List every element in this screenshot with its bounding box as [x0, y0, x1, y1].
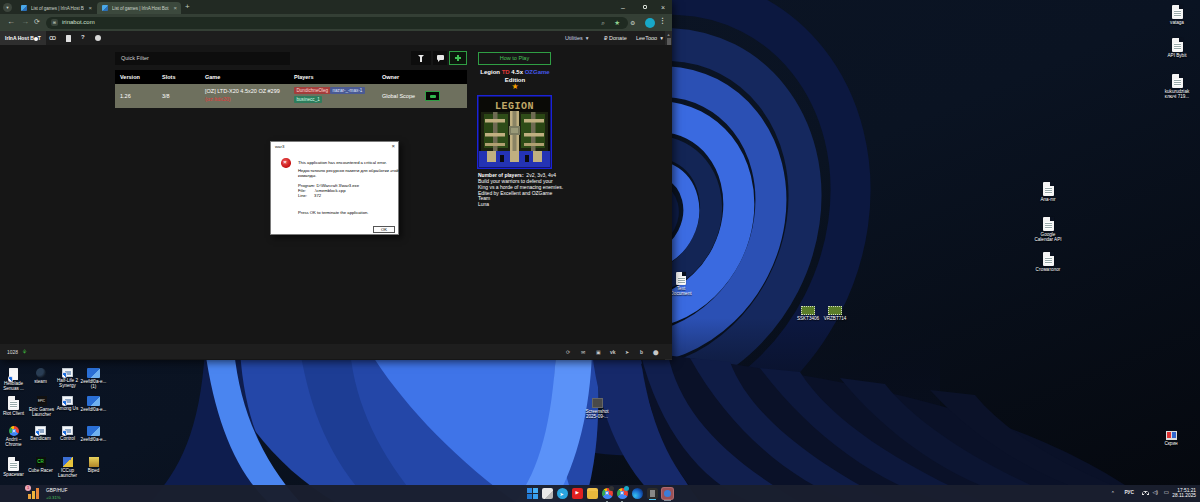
svg-text:LEGION: LEGION [495, 101, 534, 112]
